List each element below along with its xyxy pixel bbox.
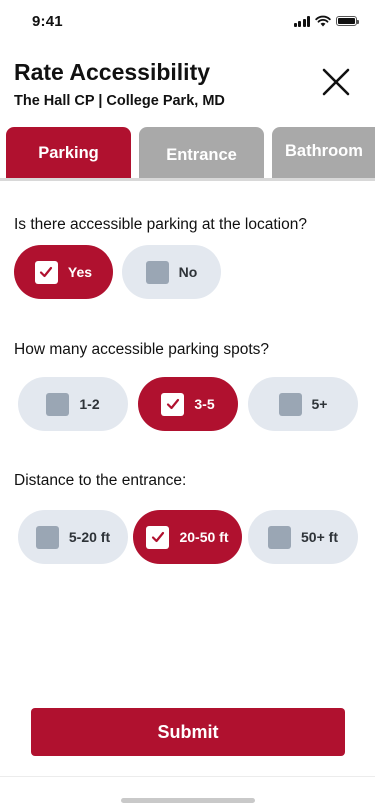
option-label: 5+ bbox=[311, 396, 328, 412]
option-label: 1-2 bbox=[79, 396, 100, 412]
question-accessible-parking: Is there accessible parking at the locat… bbox=[14, 216, 307, 233]
close-button[interactable] bbox=[316, 62, 356, 102]
bottom-divider bbox=[0, 776, 375, 777]
option-20-50-ft[interactable]: 20-50 ft bbox=[133, 510, 242, 564]
home-indicator[interactable] bbox=[121, 798, 255, 803]
location-subtitle: The Hall CP | College Park, MD bbox=[14, 93, 225, 109]
question-parking-spots: How many accessible parking spots? bbox=[14, 341, 270, 358]
checkbox-checked-icon bbox=[161, 392, 185, 416]
wifi-icon bbox=[315, 15, 331, 27]
status-icons bbox=[293, 15, 359, 27]
question-distance-to-entrance: Distance to the entrance: bbox=[14, 472, 187, 489]
option-5-plus[interactable]: 5+ bbox=[248, 377, 358, 431]
category-tabs: Parking Entrance Bathroom bbox=[0, 127, 375, 179]
checkbox-checked-icon bbox=[146, 525, 170, 549]
status-bar: 9:41 bbox=[0, 0, 375, 44]
checkbox-unchecked-icon bbox=[35, 525, 59, 549]
status-time: 9:41 bbox=[32, 13, 63, 30]
tab-divider bbox=[0, 178, 375, 181]
option-yes[interactable]: Yes bbox=[14, 245, 113, 299]
submit-button[interactable]: Submit bbox=[31, 708, 345, 756]
checkbox-unchecked-icon bbox=[46, 392, 70, 416]
option-label: No bbox=[178, 264, 198, 280]
option-label: 5-20 ft bbox=[68, 529, 111, 545]
option-1-2[interactable]: 1-2 bbox=[18, 377, 128, 431]
option-label: 20-50 ft bbox=[179, 529, 229, 545]
checkbox-unchecked-icon bbox=[278, 392, 302, 416]
close-icon bbox=[322, 68, 350, 96]
checkbox-unchecked-icon bbox=[145, 260, 169, 284]
tab-bathroom[interactable]: Bathroom bbox=[272, 127, 375, 179]
checkbox-unchecked-icon bbox=[268, 525, 292, 549]
page-title: Rate Accessibility bbox=[14, 59, 211, 85]
option-label: 3-5 bbox=[194, 396, 215, 412]
tab-parking[interactable]: Parking bbox=[6, 127, 131, 179]
option-50-plus-ft[interactable]: 50+ ft bbox=[248, 510, 358, 564]
option-5-20-ft[interactable]: 5-20 ft bbox=[18, 510, 128, 564]
battery-icon bbox=[336, 16, 359, 26]
tab-entrance[interactable]: Entrance bbox=[139, 127, 264, 179]
option-label: Yes bbox=[67, 264, 93, 280]
checkbox-checked-icon bbox=[34, 260, 58, 284]
option-3-5[interactable]: 3-5 bbox=[138, 377, 238, 431]
option-no[interactable]: No bbox=[122, 245, 221, 299]
option-label: 50+ ft bbox=[301, 529, 338, 545]
cellular-signal-icon bbox=[293, 15, 310, 27]
